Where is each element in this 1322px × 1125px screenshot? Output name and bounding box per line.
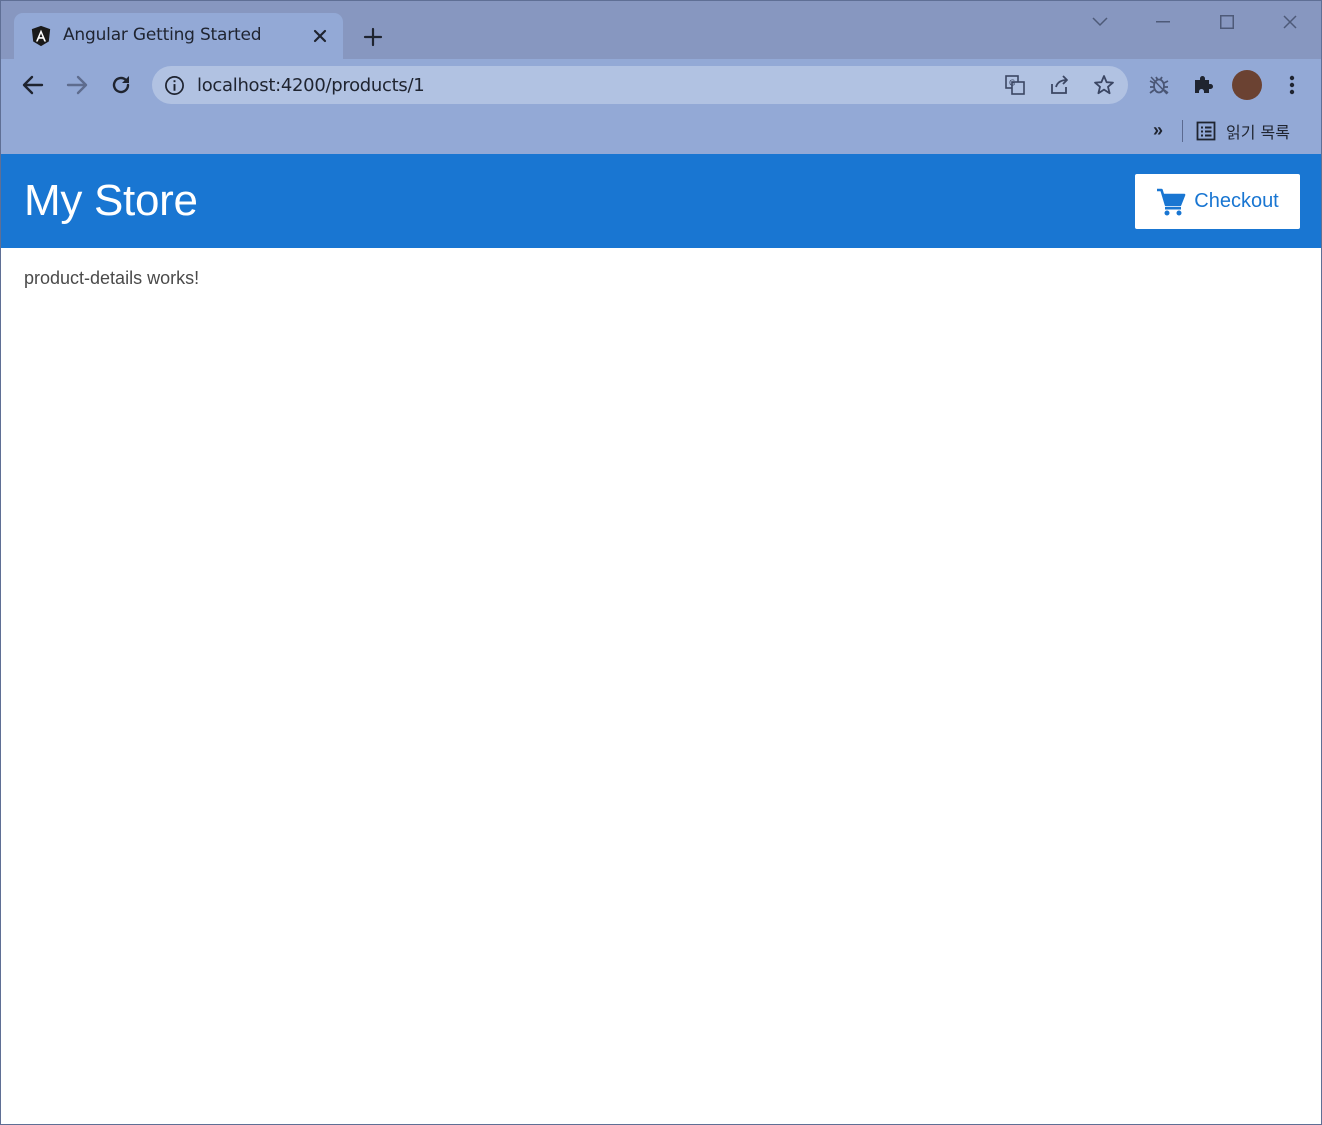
product-details-text: product-details works!: [24, 268, 200, 288]
address-bar[interactable]: localhost:4200/products/1 G: [152, 66, 1128, 104]
angular-logo-icon: [31, 25, 51, 47]
tab-angular-getting-started[interactable]: Angular Getting Started: [14, 13, 343, 59]
chevron-down-icon: [1092, 17, 1108, 27]
new-tab-button[interactable]: [361, 25, 385, 49]
plus-icon: [363, 27, 383, 47]
minimize-icon: [1156, 21, 1170, 23]
top-bar: My Store Checkout: [1, 154, 1321, 248]
reload-button[interactable]: [107, 71, 135, 99]
close-icon: [1283, 15, 1297, 29]
profile-avatar[interactable]: [1232, 70, 1262, 100]
kebab-menu-icon: [1289, 75, 1295, 95]
browser-window: Angular Getting Started localhost:4200/p…: [0, 0, 1322, 1125]
tab-close-button[interactable]: [310, 26, 330, 46]
url-text[interactable]: localhost:4200/products/1: [197, 75, 425, 96]
arrow-right-icon: [66, 75, 88, 95]
bookmarks-overflow-button[interactable]: »: [1153, 120, 1163, 141]
bookmarks-bar: » 읽기 목록: [1, 111, 1321, 151]
share-icon: [1051, 75, 1068, 94]
back-button[interactable]: [19, 71, 47, 99]
shopping-cart-icon: [1157, 188, 1186, 215]
web-page: My Store Checkout product-details works!: [1, 154, 1321, 1124]
maximize-button[interactable]: [1212, 9, 1242, 35]
checkout-label: Checkout: [1194, 190, 1279, 212]
puzzle-icon: [1195, 76, 1213, 93]
bug-icon: [1149, 76, 1169, 95]
info-icon[interactable]: [164, 75, 185, 96]
store-title-link[interactable]: My Store: [24, 176, 198, 226]
arrow-left-icon: [22, 75, 44, 95]
tab-search-button[interactable]: [1085, 9, 1115, 35]
close-window-button[interactable]: [1275, 9, 1305, 35]
bookmark-star-button[interactable]: [1093, 74, 1115, 96]
checkout-button[interactable]: Checkout: [1135, 174, 1300, 229]
translate-button[interactable]: G: [1004, 74, 1026, 96]
reload-icon: [112, 76, 130, 94]
extension-button[interactable]: [1145, 71, 1173, 99]
browser-toolbar: localhost:4200/products/1 G » 읽기 목록: [1, 59, 1321, 154]
share-button[interactable]: [1049, 74, 1071, 96]
reading-list-icon: [1196, 121, 1216, 141]
reading-list-button[interactable]: 읽기 목록: [1196, 117, 1290, 145]
translate-icon: G: [1005, 75, 1025, 95]
extensions-button[interactable]: [1189, 71, 1217, 99]
forward-button[interactable]: [63, 71, 91, 99]
tab-title: Angular Getting Started: [63, 25, 262, 45]
svg-text:G: G: [1009, 79, 1015, 88]
tab-strip: Angular Getting Started: [1, 1, 1321, 59]
reading-list-label: 읽기 목록: [1226, 123, 1290, 142]
star-icon: [1094, 75, 1114, 95]
bookmarks-divider: [1182, 120, 1183, 142]
browser-menu-button[interactable]: [1278, 71, 1306, 99]
maximize-icon: [1220, 15, 1234, 29]
minimize-button[interactable]: [1148, 9, 1178, 35]
close-icon: [313, 29, 327, 43]
